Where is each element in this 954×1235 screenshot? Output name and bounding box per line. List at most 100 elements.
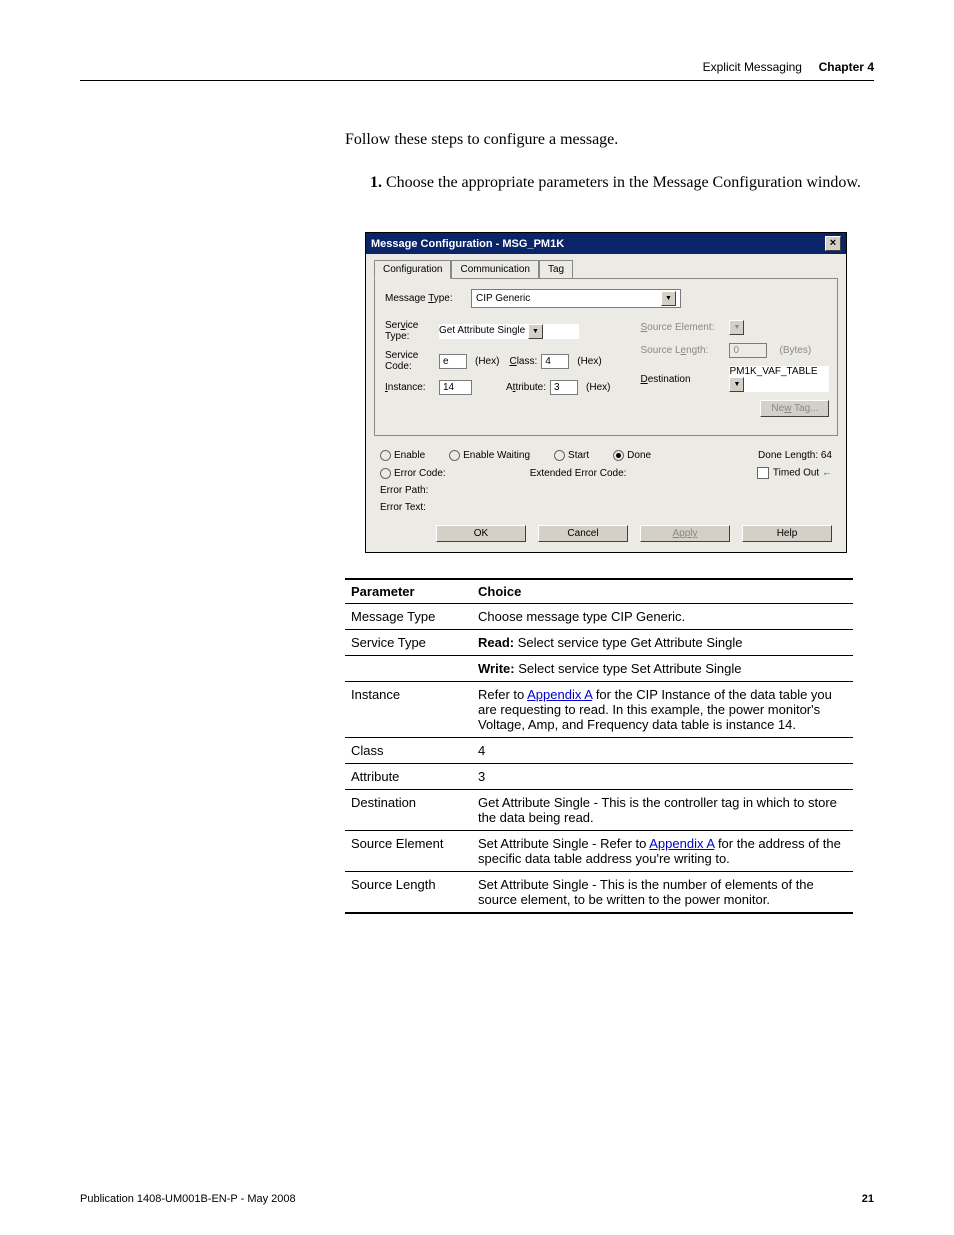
error-code-radio: Error Code: [380, 468, 446, 479]
page-number: 21 [862, 1193, 874, 1205]
table-row: Class 4 [345, 738, 853, 764]
choice-cell: Read: Select service type Get Attribute … [472, 630, 853, 656]
dialog-titlebar: Message Configuration - MSG_PM1K × [366, 233, 846, 254]
message-config-dialog: Message Configuration - MSG_PM1K × Confi… [365, 232, 847, 553]
table-row: Message Type Choose message type CIP Gen… [345, 604, 853, 630]
parameter-table: Parameter Choice Message Type Choose mes… [345, 578, 853, 914]
page-footer: Publication 1408-UM001B-EN-P - May 2008 … [80, 1193, 874, 1205]
message-type-label: Message Type: [385, 293, 465, 304]
param-cell: Service Type [345, 630, 472, 656]
choice-cell: 4 [472, 738, 853, 764]
attribute-label: Attribute: [506, 382, 546, 393]
destination-label: Destination [640, 374, 725, 385]
step-text: Choose the appropriate parameters in the… [386, 174, 861, 191]
intro-text: Follow these steps to configure a messag… [345, 131, 874, 149]
destination-value: PM1K_VAF_TABLE [729, 366, 817, 377]
error-text-label: Error Text: [366, 502, 846, 519]
apply-button: Apply [640, 525, 730, 542]
table-header-choice: Choice [472, 579, 853, 604]
choice-cell: Set Attribute Single - Refer to Appendix… [472, 831, 853, 872]
tab-tag[interactable]: Tag [539, 260, 573, 278]
param-cell: Attribute [345, 764, 472, 790]
page-header: Explicit Messaging Chapter 4 [80, 60, 874, 74]
param-cell: Class [345, 738, 472, 764]
close-icon[interactable]: × [825, 236, 841, 251]
hex-label: (Hex) [577, 356, 601, 367]
hex-label: (Hex) [586, 382, 610, 393]
chevron-down-icon: ▼ [729, 320, 744, 335]
dialog-title: Message Configuration - MSG_PM1K [371, 238, 564, 250]
param-cell: Source Element [345, 831, 472, 872]
source-element-label: Source Element: [640, 322, 725, 333]
source-element-select: ▼ [729, 320, 829, 335]
class-input[interactable]: 4 [541, 354, 569, 369]
step-number: 1. [370, 174, 382, 191]
param-cell: Instance [345, 682, 472, 738]
choice-cell: Write: Select service type Set Attribute… [472, 656, 853, 682]
step-1: 1. Choose the appropriate parameters in … [370, 174, 874, 192]
param-cell: Source Length [345, 872, 472, 914]
choice-cell: Refer to Appendix A for the CIP Instance… [472, 682, 853, 738]
destination-select[interactable]: PM1K_VAF_TABLE ▼ [729, 366, 829, 392]
start-radio: Start [554, 450, 589, 461]
choice-cell: 3 [472, 764, 853, 790]
cancel-button[interactable]: Cancel [538, 525, 628, 542]
source-length-label: Source Length: [640, 345, 725, 356]
tab-configuration[interactable]: Configuration [374, 260, 451, 279]
message-type-value: CIP Generic [476, 293, 530, 304]
done-radio: Done [613, 450, 651, 461]
table-row: Destination Get Attribute Single - This … [345, 790, 853, 831]
help-button[interactable]: Help [742, 525, 832, 542]
hex-label: (Hex) [475, 356, 499, 367]
service-type-value: Get Attribute Single [439, 325, 525, 336]
tab-bar: Configuration Communication Tag [366, 254, 846, 278]
chevron-down-icon[interactable]: ▼ [661, 291, 676, 306]
tab-panel: Message Type: CIP Generic ▼ ServiceType:… [374, 278, 838, 436]
appendix-link[interactable]: Appendix A [527, 687, 592, 702]
extended-error-label: Extended Error Code: [530, 468, 627, 479]
enable-waiting-radio: Enable Waiting [449, 450, 530, 461]
choice-cell: Set Attribute Single - This is the numbe… [472, 872, 853, 914]
done-length-label: Done Length: 64 [758, 450, 832, 461]
breadcrumb-section: Explicit Messaging [703, 60, 802, 74]
instance-input[interactable]: 14 [439, 380, 472, 395]
message-type-select[interactable]: CIP Generic ▼ [471, 289, 681, 308]
table-row: Attribute 3 [345, 764, 853, 790]
table-row: Service Type Read: Select service type G… [345, 630, 853, 656]
choice-cell: Get Attribute Single - This is the contr… [472, 790, 853, 831]
breadcrumb-chapter: Chapter 4 [819, 60, 874, 74]
table-header-parameter: Parameter [345, 579, 472, 604]
left-column: ServiceType: Get Attribute Single ▼ Serv… [385, 320, 610, 425]
service-type-select[interactable]: Get Attribute Single ▼ [439, 324, 579, 339]
publication-id: Publication 1408-UM001B-EN-P - May 2008 [80, 1193, 296, 1205]
ok-button[interactable]: OK [436, 525, 526, 542]
appendix-link[interactable]: Appendix A [649, 836, 714, 851]
chevron-down-icon[interactable]: ▼ [528, 324, 543, 339]
header-rule [80, 80, 874, 81]
attribute-input[interactable]: 3 [550, 380, 578, 395]
tab-communication[interactable]: Communication [451, 260, 538, 278]
new-tag-button[interactable]: New Tag... [760, 400, 829, 417]
param-cell: Destination [345, 790, 472, 831]
table-row: Write: Select service type Set Attribute… [345, 656, 853, 682]
chevron-down-icon[interactable]: ▼ [729, 377, 744, 392]
param-cell: Message Type [345, 604, 472, 630]
class-label: Class: [509, 356, 537, 367]
source-length-input: 0 [729, 343, 767, 358]
table-row: Source Element Set Attribute Single - Re… [345, 831, 853, 872]
service-code-label: ServiceCode: [385, 350, 435, 372]
service-type-label: ServiceType: [385, 320, 435, 342]
timed-out-checkbox[interactable]: Timed Out ← [757, 467, 832, 479]
bytes-label: (Bytes) [779, 345, 811, 356]
table-row: Instance Refer to Appendix A for the CIP… [345, 682, 853, 738]
choice-cell: Choose message type CIP Generic. [472, 604, 853, 630]
table-row: Source Length Set Attribute Single - Thi… [345, 872, 853, 914]
instance-label: Instance: [385, 382, 435, 393]
error-path-label: Error Path: [366, 485, 846, 502]
service-code-input[interactable]: e [439, 354, 467, 369]
status-row: Enable Enable Waiting Start Done Done Le… [366, 444, 846, 467]
param-cell [345, 656, 472, 682]
right-column: Source Element: ▼ Source Length: 0 (Byte… [640, 320, 829, 425]
dialog-buttons: OK Cancel Apply Help [366, 519, 846, 552]
enable-radio: Enable [380, 450, 425, 461]
